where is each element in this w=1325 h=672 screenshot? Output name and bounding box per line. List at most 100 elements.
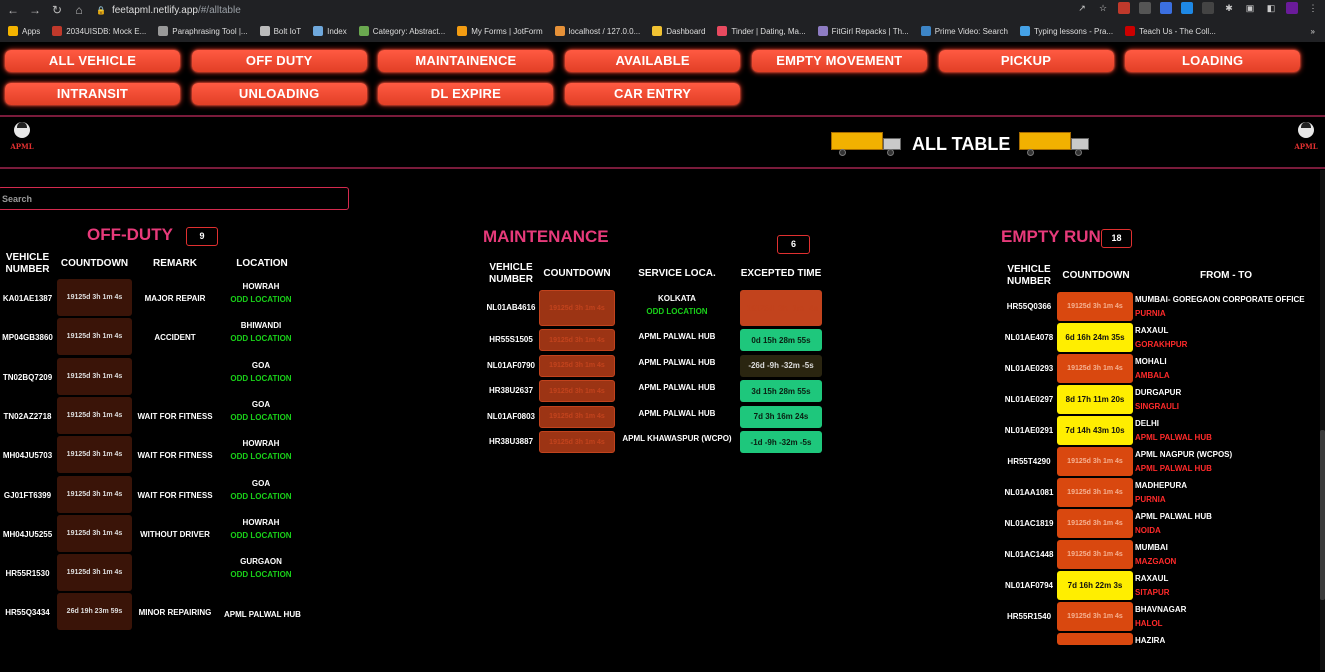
bookmark-label: localhost / 127.0.0...	[568, 26, 641, 36]
countdown-cell: 19125d 3h 1m 4s	[539, 290, 615, 326]
bookmark-item[interactable]: Bolt IoT	[259, 26, 301, 36]
header-divider	[0, 115, 1325, 117]
countdown-cell: 7d 14h 43m 10s	[1057, 416, 1133, 445]
nav-button-maintainence[interactable]: MAINTAINENCE	[378, 50, 554, 72]
service-location-cell: APML PALWAL HUB	[638, 332, 716, 341]
reload-icon[interactable]: ↻	[48, 2, 66, 18]
location-tag: ODD LOCATION	[646, 307, 708, 316]
scrollbar-thumb[interactable]	[1320, 430, 1325, 600]
nav-button-pickup[interactable]: PICKUP	[938, 50, 1114, 72]
header-divider	[0, 167, 1325, 169]
bookmark-item[interactable]: Apps	[8, 26, 40, 36]
location-tag: ODD LOCATION	[230, 412, 292, 422]
bookmark-item[interactable]: Category: Abstract...	[358, 26, 445, 36]
logo-text: APML	[10, 142, 34, 151]
vehicle-number: NL01AF0794	[1004, 581, 1054, 590]
bookmark-item[interactable]: Dashboard	[652, 26, 705, 36]
vehicle-number: HR55Q3434	[5, 608, 50, 618]
nav-button-available[interactable]: AVAILABLE	[565, 50, 741, 72]
offduty-title: OFF-DUTY	[87, 225, 173, 244]
home-icon[interactable]: ⌂	[70, 2, 88, 18]
route-to: GORAKHPUR	[1135, 340, 1188, 349]
vehicle-number: NL01AF0790	[486, 360, 536, 370]
bookmark-label: Dashboard	[666, 26, 706, 36]
url-host: feetapml.netlify.app	[111, 4, 198, 16]
search-input[interactable]	[0, 187, 349, 210]
bookmark-icon	[554, 26, 565, 36]
bookmark-item[interactable]: Typing lessons - Pra...	[1019, 26, 1113, 36]
countdown-cell: 19125d 3h 1m 4s	[57, 279, 132, 316]
nav-button-loading[interactable]: LOADING	[1125, 50, 1301, 72]
countdown-cell: 19125d 3h 1m 4s	[57, 514, 132, 552]
vehicle-number: NL01AE0293	[1004, 364, 1054, 373]
remark-cell: MINOR REPAIRING	[138, 608, 212, 618]
nav-button-off-duty[interactable]: OFF DUTY	[191, 50, 367, 72]
bookmark-icon	[313, 26, 324, 36]
back-icon[interactable]: ←	[4, 2, 22, 18]
bookmark-item[interactable]: 2034UISDB: Mock E...	[52, 26, 146, 36]
extension-icon[interactable]	[1160, 2, 1172, 14]
maintenance-header-3: EXCEPTED TIME	[740, 268, 822, 279]
bookmarks-bar: Apps 2034UISDB: Mock E... Paraphrasing Too…	[0, 20, 1325, 42]
expected-time-cell: -19125d -3h -1m -4s	[740, 290, 822, 326]
share-icon[interactable]: ↗	[1076, 2, 1088, 14]
bookmark-item[interactable]: Tinder | Dating, Ma...	[717, 26, 806, 36]
bookmark-item[interactable]: Index	[313, 26, 347, 36]
address-bar[interactable]: 🔒 feetapml.netlify.app/#/alltable	[96, 2, 241, 18]
location-tag: ODD LOCATION	[230, 452, 292, 462]
countdown-cell: 7d 16h 22m 3s	[1057, 571, 1133, 600]
sidepanel-icon[interactable]: ◧	[1265, 2, 1277, 14]
remark-cell: WITHOUT DRIVER	[140, 529, 210, 539]
expected-time-cell: 3d 15h 28m 55s	[740, 380, 822, 402]
nav-button-unloading[interactable]: UNLOADING	[191, 83, 367, 105]
extension-icon[interactable]	[1139, 2, 1151, 14]
remark-cell: ACCIDENT	[154, 333, 196, 343]
bookmark-label: Apps	[22, 26, 41, 36]
company-logo-left: APML	[6, 122, 38, 156]
scrollbar[interactable]	[1320, 170, 1325, 670]
vehicle-number: HR38U3887	[488, 437, 534, 446]
bookmark-item[interactable]: Teach Us - The Coll...	[1125, 26, 1216, 36]
countdown-cell: 19125d 3h 1m 4s	[1057, 447, 1133, 476]
emptyrun-header-2: FROM - TO	[1199, 270, 1253, 281]
vehicle-number: KA01AE1387	[2, 294, 53, 303]
forward-icon[interactable]: →	[26, 2, 44, 18]
nav-button-intransit[interactable]: INTRANSIT	[5, 83, 180, 105]
bookmark-item[interactable]: FitGirl Repacks | Th...	[817, 26, 909, 36]
countdown-cell: 19125d 3h 1m 4s	[539, 329, 615, 351]
countdown-cell: 19125d 3h 1m 4s	[57, 475, 132, 513]
route-from: HAZIRA	[1135, 636, 1166, 645]
vehicle-number: NL01AE0297	[1004, 395, 1054, 404]
extension-icon[interactable]	[1202, 2, 1214, 14]
bookmark-item[interactable]: Paraphrasing Tool |...	[158, 26, 248, 36]
menu-icon[interactable]: ⋮	[1307, 2, 1319, 14]
bookmark-icon	[1125, 26, 1136, 36]
extension-icon[interactable]	[1181, 2, 1193, 14]
nav-button-dl-expire[interactable]: DL EXPIRE	[378, 83, 554, 105]
bookmark-item[interactable]: My Forms | JotForm	[457, 26, 543, 36]
nav-button-car-entry[interactable]: CAR ENTRY	[565, 83, 741, 105]
bookmark-label: Tinder | Dating, Ma...	[731, 26, 806, 36]
star-icon[interactable]: ☆	[1097, 2, 1109, 14]
countdown-cell: 19125d 3h 1m 4s	[539, 354, 615, 377]
bookmarks-overflow-icon[interactable]: »	[1311, 27, 1315, 36]
vehicle-number: MH04JU5255	[2, 529, 53, 539]
cast-icon[interactable]: ▣	[1244, 2, 1256, 14]
extension-icon[interactable]	[1118, 2, 1130, 14]
bookmark-item[interactable]: localhost / 127.0.0...	[554, 26, 641, 36]
bookmark-item[interactable]: Prime Video: Search	[920, 26, 1008, 36]
expected-time-cell: 7d 3h 16m 24s	[740, 405, 822, 428]
nav-button-empty-movement[interactable]: EMPTY MOVEMENT	[751, 50, 927, 72]
vehicle-number: NL01AF0803	[486, 411, 536, 421]
location-tag: ODD LOCATION	[230, 334, 292, 344]
location-tag: ODD LOCATION	[230, 491, 292, 501]
nav-button-all-vehicle[interactable]: ALL VEHICLE	[5, 50, 180, 72]
emptyrun-header-1: COUNTDOWN	[1062, 270, 1130, 281]
countdown-cell: 19125d 3h 1m 4s	[539, 405, 615, 428]
bookmark-icon	[259, 26, 270, 36]
route-from: MOHALI	[1135, 357, 1167, 366]
location-cell: GURGAON	[240, 557, 282, 567]
profile-icon[interactable]	[1286, 2, 1298, 14]
vehicle-number: HR38U2637	[488, 386, 534, 395]
puzzle-icon[interactable]: ✱	[1223, 2, 1235, 14]
